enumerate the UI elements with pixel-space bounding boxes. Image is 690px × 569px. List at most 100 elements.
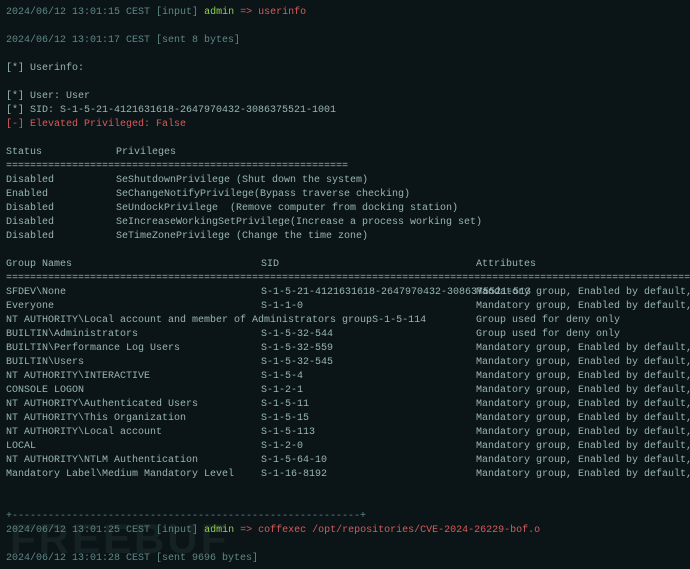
group-attr: Mandatory group, Enabled by default, Ena…: [476, 370, 690, 384]
recv-line: 2024/06/12 13:01:17 CEST [sent 8 bytes]: [6, 34, 684, 48]
group-attr: Mandatory group, Enabled by default, Ena…: [476, 286, 690, 300]
priv-status: Status: [6, 146, 116, 160]
group-row: NT AUTHORITY\Authenticated UsersS-1-5-11…: [6, 398, 684, 412]
output-line: [*] SID: S-1-5-21-4121631618-2647970432-…: [6, 104, 684, 118]
group-row: NT AUTHORITY\Local accountS-1-5-113Manda…: [6, 426, 684, 440]
group-name: Group Names: [6, 258, 261, 272]
group-name: Mandatory Label\Medium Mandatory Level: [6, 468, 261, 482]
admin-user: admin: [204, 7, 234, 18]
group-row: NT AUTHORITY\INTERACTIVES-1-5-4Mandatory…: [6, 370, 684, 384]
group-attr: Mandatory group, Enabled by default, Ena…: [476, 356, 690, 370]
group-name: NT AUTHORITY\Local account: [6, 426, 261, 440]
group-sid: S-1-5-32-544: [261, 328, 476, 342]
priv-row: EnabledSeChangeNotifyPrivilege(Bypass tr…: [6, 188, 684, 202]
group-row: LOCALS-1-2-0Mandatory group, Enabled by …: [6, 440, 684, 454]
group-sid: S-1-5-32-559: [261, 342, 476, 356]
group-name: NT AUTHORITY\This Organization: [6, 412, 261, 426]
separator-line: ========================================…: [6, 160, 684, 174]
priv-name: SeIncreaseWorkingSetPrivilege(Increase a…: [116, 216, 482, 230]
terminal-output: 2024/06/12 13:01:15 CEST [input] admin =…: [0, 0, 690, 569]
group-name: NT AUTHORITY\INTERACTIVE: [6, 370, 261, 384]
group-sid: S-1-2-1: [261, 384, 476, 398]
output-line: [*] Userinfo:: [6, 62, 684, 76]
group-row: EveryoneS-1-1-0Mandatory group, Enabled …: [6, 300, 684, 314]
priv-name: SeTimeZonePrivilege (Change the time zon…: [116, 230, 368, 244]
priv-name: SeChangeNotifyPrivilege(Bypass traverse …: [116, 188, 410, 202]
group-attr: Attributes: [476, 258, 536, 272]
group-sid: S-1-5-11: [261, 398, 476, 412]
group-name: SFDEV\None: [6, 286, 261, 300]
group-attr: Group used for deny only: [476, 314, 620, 328]
recv-line: 2024/06/12 13:01:28 CEST [sent 9696 byte…: [6, 552, 684, 566]
blank-line: [6, 48, 684, 62]
priv-name: Privileges: [116, 146, 176, 160]
group-name: LOCAL: [6, 440, 261, 454]
priv-status: Disabled: [6, 202, 116, 216]
group-row: NT AUTHORITY\This OrganizationS-1-5-15Ma…: [6, 412, 684, 426]
timestamp: 2024/06/12 13:01:15 CEST: [6, 7, 150, 18]
group-sid: S-1-5-114: [372, 315, 426, 326]
blank-line: [6, 482, 684, 496]
recv-line: +---------------------------------------…: [6, 510, 684, 524]
priv-status: Disabled: [6, 230, 116, 244]
group-attr: Mandatory group, Enabled by default, Ena…: [476, 454, 690, 468]
priv-row: DisabledSeIncreaseWorkingSetPrivilege(In…: [6, 216, 684, 230]
prompt-arrow: =>: [240, 7, 252, 18]
input-tag: [input]: [156, 7, 198, 18]
priv-row: DisabledSeTimeZonePrivilege (Change the …: [6, 230, 684, 244]
group-attr: Group used for deny only: [476, 328, 620, 342]
output-line-red: [-] Elevated Privileged: False: [6, 118, 684, 132]
priv-status: Disabled: [6, 216, 116, 230]
group-attr: Mandatory group, Enabled by default, Ena…: [476, 384, 690, 398]
group-row: CONSOLE LOGONS-1-2-1Mandatory group, Ena…: [6, 384, 684, 398]
group-attr: Mandatory group, Enabled by default, Ena…: [476, 412, 690, 426]
input-tag: [input]: [156, 525, 198, 536]
admin-user: admin: [204, 525, 234, 536]
priv-row: DisabledSeUndockPrivilege (Remove comput…: [6, 202, 684, 216]
prompt-line: 2024/06/12 13:01:25 CEST [input] admin =…: [6, 524, 684, 538]
group-name: BUILTIN\Administrators: [6, 328, 261, 342]
blank-line: [6, 538, 684, 552]
priv-row: StatusPrivileges: [6, 146, 684, 160]
group-sid: S-1-5-15: [261, 412, 476, 426]
priv-name: SeUndockPrivilege (Remove computer from …: [116, 202, 458, 216]
group-attr: Mandatory group, Enabled by default, Ena…: [476, 300, 690, 314]
blank-line: [6, 76, 684, 90]
group-row: NT AUTHORITY\Local account and member of…: [6, 314, 684, 328]
blank-line: [6, 132, 684, 146]
group-row: SFDEV\NoneS-1-5-21-4121631618-2647970432…: [6, 286, 684, 300]
timestamp: 2024/06/12 13:01:25 CEST: [6, 525, 150, 536]
prompt-arrow: =>: [240, 525, 252, 536]
group-row: NT AUTHORITY\NTLM AuthenticationS-1-5-64…: [6, 454, 684, 468]
command-text: coffexec /opt/repositories/CVE-2024-2622…: [258, 525, 540, 536]
group-attr: Mandatory group, Enabled by default, Ena…: [476, 426, 690, 440]
group-sid: S-1-5-113: [261, 426, 476, 440]
separator-line: ========================================…: [6, 272, 684, 286]
group-attr: Mandatory group, Enabled by default, Ena…: [476, 342, 690, 356]
group-name: BUILTIN\Users: [6, 356, 261, 370]
group-name: NT AUTHORITY\Local account and member of…: [6, 314, 372, 328]
priv-row: DisabledSeShutdownPrivilege (Shut down t…: [6, 174, 684, 188]
group-name: CONSOLE LOGON: [6, 384, 261, 398]
group-sid: S-1-2-0: [261, 440, 476, 454]
group-name: NT AUTHORITY\NTLM Authentication: [6, 454, 261, 468]
group-attr: Mandatory group, Enabled by default, Ena…: [476, 468, 690, 482]
blank-line: [6, 244, 684, 258]
command-text: userinfo: [258, 7, 306, 18]
group-sid: S-1-5-32-545: [261, 356, 476, 370]
group-sid: S-1-1-0: [261, 300, 476, 314]
priv-status: Disabled: [6, 174, 116, 188]
group-sid: S-1-16-8192: [261, 468, 476, 482]
prompt-line: 2024/06/12 13:01:15 CEST [input] admin =…: [6, 6, 684, 20]
group-name: NT AUTHORITY\Authenticated Users: [6, 398, 261, 412]
group-name: BUILTIN\Performance Log Users: [6, 342, 261, 356]
group-row: Mandatory Label\Medium Mandatory LevelS-…: [6, 468, 684, 482]
blank-line: [6, 20, 684, 34]
group-sid: S-1-5-64-10: [261, 454, 476, 468]
group-attr: Mandatory group, Enabled by default, Ena…: [476, 398, 690, 412]
priv-status: Enabled: [6, 188, 116, 202]
output-line: [*] User: User: [6, 90, 684, 104]
group-row: Group NamesSIDAttributes: [6, 258, 684, 272]
group-sid: S-1-5-21-4121631618-2647970432-308637552…: [261, 286, 476, 300]
group-attr: Mandatory group, Enabled by default, Ena…: [476, 440, 690, 454]
